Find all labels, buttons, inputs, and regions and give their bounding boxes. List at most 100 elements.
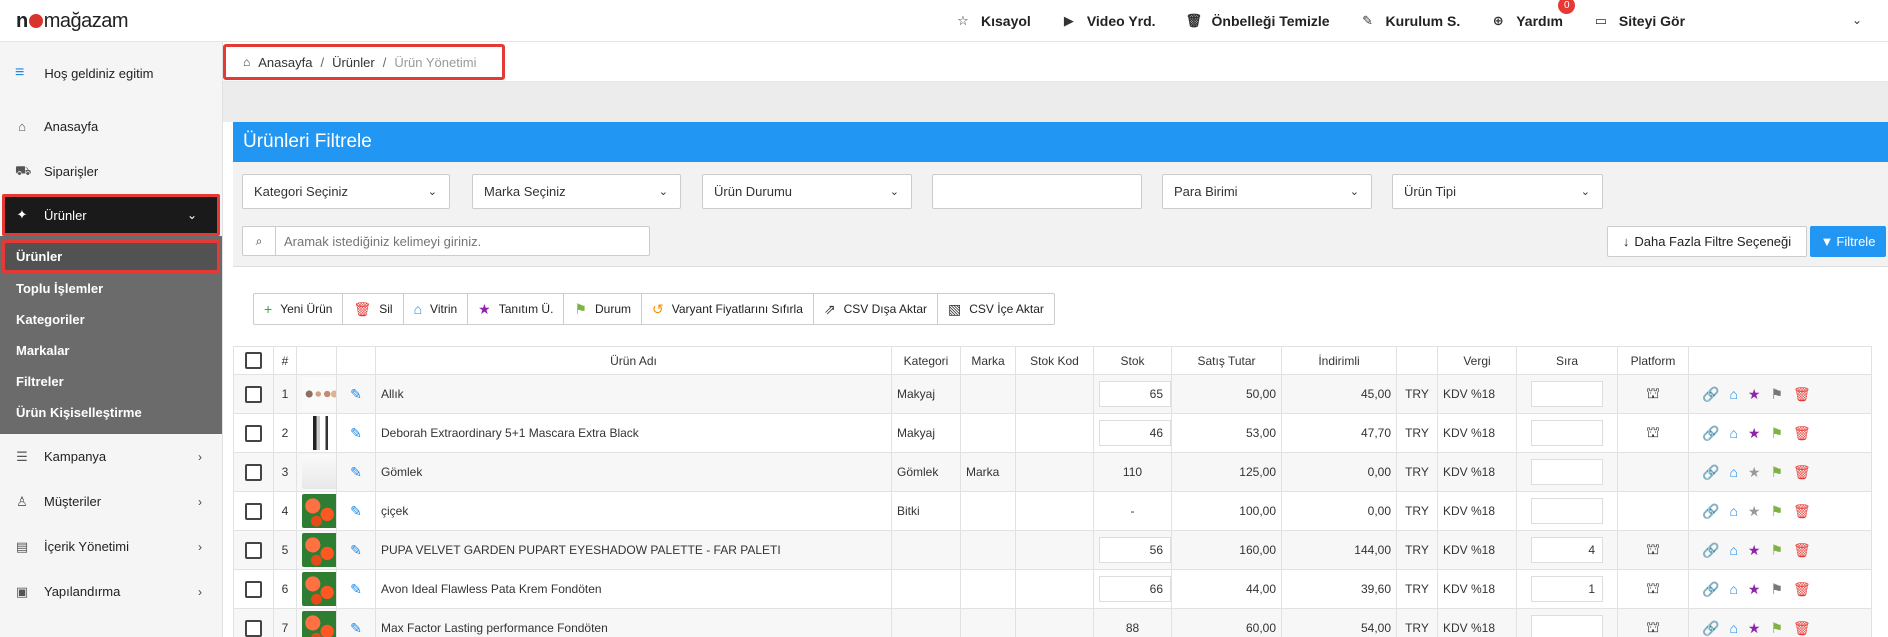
- pencil-icon[interactable]: ✎: [350, 620, 362, 636]
- platform-icon[interactable]: ⛫: [1646, 619, 1660, 636]
- breadcrumb-home[interactable]: Anasayfa: [258, 55, 312, 70]
- table-row[interactable]: 3 ✎ Gömlek Gömlek Marka 110 125,00 0,00 TRY KDV %…: [233, 452, 1872, 492]
- submenu-item-kategoriler[interactable]: Kategoriler: [0, 304, 222, 335]
- col-header-tax[interactable]: Vergi: [1437, 346, 1517, 375]
- showcase-icon[interactable]: ⌂: [1729, 620, 1737, 636]
- breadcrumb-section[interactable]: Ürünler: [332, 55, 375, 70]
- product-name[interactable]: Gömlek: [375, 452, 892, 492]
- pencil-icon[interactable]: ✎: [350, 542, 362, 558]
- platform-icon[interactable]: ⛫: [1646, 424, 1660, 441]
- sil-button[interactable]: 🗑 Sil: [343, 294, 404, 324]
- stock-input[interactable]: 65: [1099, 381, 1171, 407]
- link-icon[interactable]: 🔗: [1702, 581, 1719, 598]
- logo[interactable]: n mağazam: [16, 10, 129, 33]
- star-icon[interactable]: ★: [1748, 425, 1761, 442]
- trash-icon[interactable]: 🗑: [1793, 464, 1811, 481]
- flag-icon[interactable]: ⚑: [1770, 620, 1783, 637]
- product-name[interactable]: Allık: [375, 374, 892, 414]
- topnav-kurulum-s[interactable]: ✎ Kurulum S.: [1360, 13, 1460, 29]
- submenu-item-toplu-i-lemler[interactable]: Toplu İşlemler: [0, 273, 222, 304]
- col-header-order[interactable]: Sıra: [1516, 346, 1618, 375]
- search-icon[interactable]: ⌕: [243, 227, 276, 255]
- col-header-category[interactable]: Kategori: [891, 346, 961, 375]
- col-header-brand[interactable]: Marka: [960, 346, 1016, 375]
- product-name[interactable]: Max Factor Lasting performance Fondöten: [375, 608, 892, 637]
- link-icon[interactable]: 🔗: [1702, 386, 1719, 403]
- submenu-item-markalar[interactable]: Markalar: [0, 335, 222, 366]
- stock-input[interactable]: 56: [1099, 537, 1171, 563]
- flag-icon[interactable]: ⚑: [1770, 542, 1783, 559]
- flag-icon[interactable]: ⚑: [1770, 503, 1783, 520]
- order-input[interactable]: [1531, 459, 1603, 485]
- col-header-price[interactable]: Satış Tutar: [1171, 346, 1282, 375]
- showcase-icon[interactable]: ⌂: [1729, 542, 1737, 558]
- col-header-stock[interactable]: Stok: [1093, 346, 1172, 375]
- filter-button[interactable]: ▼ Filtrele: [1810, 226, 1886, 257]
- product-name[interactable]: PUPA VELVET GARDEN PUPART EYESHADOW PALE…: [375, 530, 892, 570]
- row-checkbox[interactable]: [245, 385, 262, 403]
- star-icon[interactable]: ★: [1748, 620, 1761, 637]
- order-input[interactable]: [1531, 498, 1603, 524]
- stock-input[interactable]: 46: [1099, 420, 1171, 446]
- order-input[interactable]: [1531, 420, 1603, 446]
- pencil-icon[interactable]: ✎: [350, 581, 362, 597]
- sidebar-item-sipari-ler[interactable]: ⛟ Siparişler: [0, 149, 222, 194]
- link-icon[interactable]: 🔗: [1702, 620, 1719, 637]
- platform-icon[interactable]: ⛫: [1646, 541, 1660, 558]
- submenu-item-r-nler[interactable]: Ürünler: [2, 240, 220, 273]
- type-select[interactable]: Ürün Tipi ⌄: [1392, 174, 1603, 209]
- sidebar-item-urunler[interactable]: ✦ Ürünler ⌄: [2, 194, 220, 236]
- showcase-icon[interactable]: ⌂: [1729, 386, 1737, 402]
- table-row[interactable]: 6 ✎ Avon Ideal Flawless Pata Krem Fondöten…: [233, 569, 1872, 609]
- product-name[interactable]: Deborah Extraordinary 5+1 Mascara Extra …: [375, 413, 892, 453]
- topnav-siteyi-g-r[interactable]: ▭ Siteyi Gör: [1593, 13, 1685, 29]
- order-input[interactable]: [1531, 615, 1603, 637]
- topnav-video-yrd[interactable]: ▶ Video Yrd.: [1061, 13, 1156, 29]
- order-input[interactable]: [1531, 381, 1603, 407]
- pencil-icon[interactable]: ✎: [350, 464, 362, 480]
- star-icon[interactable]: ★: [1748, 503, 1761, 520]
- trash-icon[interactable]: 🗑: [1793, 581, 1811, 598]
- table-row[interactable]: 1 ✎ Allık Makyaj 65 50,00 45,00 TRY KDV %18 ⛫ 🔗 ⌂ ★ ⚑…: [233, 374, 1872, 414]
- platform-icon[interactable]: ⛫: [1646, 580, 1660, 597]
- link-icon[interactable]: 🔗: [1702, 542, 1719, 559]
- status-select[interactable]: Ürün Durumu ⌄: [702, 174, 912, 209]
- stock-input[interactable]: 66: [1099, 576, 1171, 602]
- table-row[interactable]: 4 ✎ çiçek Bitki -100,00 0,00 TRY KDV %18 🔗 ⌂ ★ ⚑ 🗑: [233, 491, 1872, 531]
- trash-icon[interactable]: 🗑: [1793, 503, 1811, 520]
- sidebar-item-kampanya[interactable]: ☰ Kampanya ›: [0, 434, 222, 479]
- table-row[interactable]: 2 ✎ Deborah Extraordinary 5+1 Mascara Extr…: [233, 413, 1872, 453]
- row-checkbox[interactable]: [245, 463, 262, 481]
- order-input[interactable]: 1: [1531, 576, 1603, 602]
- col-header-name[interactable]: Ürün Adı: [375, 346, 892, 375]
- submenu-item-filtreler[interactable]: Filtreler: [0, 366, 222, 397]
- category-select[interactable]: Kategori Seçiniz ⌄: [242, 174, 450, 209]
- row-checkbox[interactable]: [245, 502, 262, 520]
- star-icon[interactable]: ★: [1748, 581, 1761, 598]
- order-input[interactable]: 4: [1531, 537, 1603, 563]
- link-icon[interactable]: 🔗: [1702, 464, 1719, 481]
- chevron-down-icon[interactable]: ⌄: [1852, 13, 1862, 27]
- vitrin-button[interactable]: ⌂ Vitrin: [404, 294, 469, 324]
- flag-icon[interactable]: ⚑: [1770, 464, 1783, 481]
- sidebar-item-anasayfa[interactable]: ⌂ Anasayfa: [0, 104, 222, 149]
- hamburger-icon[interactable]: ≡: [15, 64, 24, 82]
- flag-icon[interactable]: ⚑: [1770, 386, 1783, 403]
- showcase-icon[interactable]: ⌂: [1729, 503, 1737, 519]
- select-all-checkbox[interactable]: [245, 352, 262, 369]
- showcase-icon[interactable]: ⌂: [1729, 464, 1737, 480]
- product-name[interactable]: Avon Ideal Flawless Pata Krem Fondöten: [375, 569, 892, 609]
- row-checkbox[interactable]: [245, 541, 262, 559]
- col-header-no[interactable]: #: [273, 346, 297, 375]
- platform-icon[interactable]: ⛫: [1646, 385, 1660, 402]
- row-checkbox[interactable]: [245, 619, 262, 637]
- product-name[interactable]: çiçek: [375, 491, 892, 531]
- free-filter-input[interactable]: [932, 174, 1142, 209]
- topnav-yard-m[interactable]: ⊕ Yardım 0: [1490, 0, 1576, 29]
- pencil-icon[interactable]: ✎: [350, 503, 362, 519]
- trash-icon[interactable]: 🗑: [1793, 542, 1811, 559]
- csv-d-a-aktar-button[interactable]: ⇗ CSV Dışa Aktar: [814, 294, 938, 324]
- search-input[interactable]: [276, 233, 646, 249]
- col-header-platform[interactable]: Platform: [1617, 346, 1689, 375]
- pencil-icon[interactable]: ✎: [350, 386, 362, 402]
